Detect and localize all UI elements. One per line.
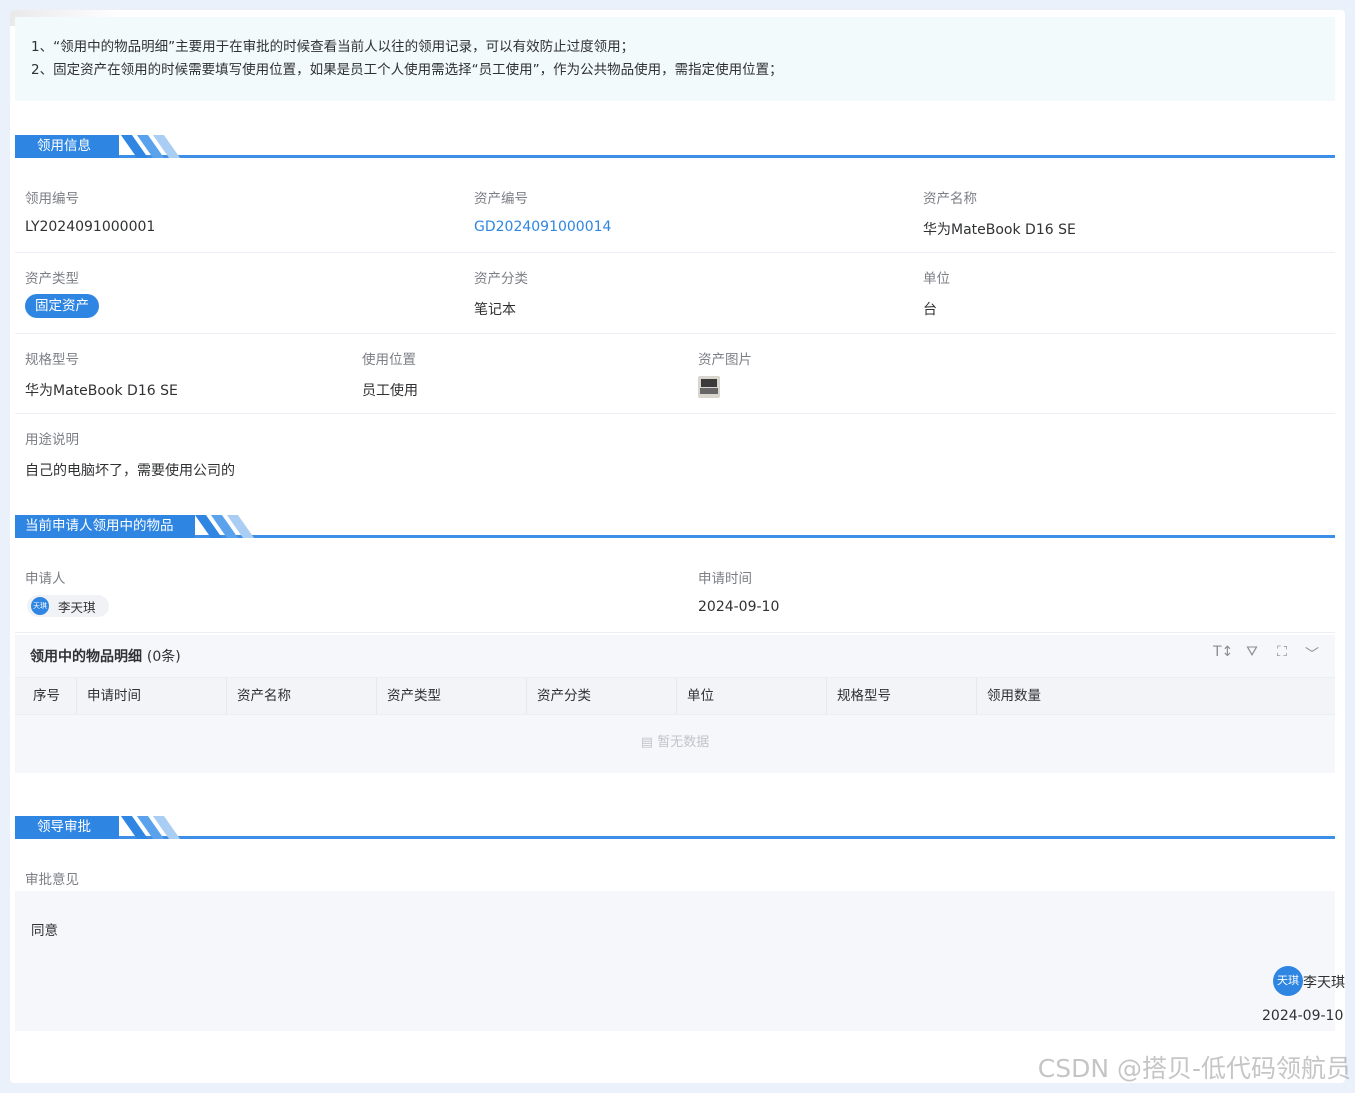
divider xyxy=(15,632,1335,633)
requisition-no-label: 领用编号 xyxy=(25,191,79,207)
avatar: 天琪 xyxy=(31,597,49,615)
empty-text: 暂无数据 xyxy=(657,735,710,750)
section-title-info: 领用信息 xyxy=(15,135,119,158)
section-header-current-items: 当前申请人领用中的物品 xyxy=(15,512,1335,538)
location-label: 使用位置 xyxy=(362,352,416,368)
chevron-down-icon[interactable]: ﹀ xyxy=(1303,644,1321,664)
asset-type-tag: 固定资产 xyxy=(25,294,99,318)
document-icon: ▤ xyxy=(640,735,654,750)
section-title-approval: 领导审批 xyxy=(15,816,119,839)
avatar: 天琪 xyxy=(1273,966,1303,996)
section-title-current-items: 当前申请人领用中的物品 xyxy=(15,515,195,538)
font-size-icon[interactable]: T↕ xyxy=(1213,644,1233,664)
column-header[interactable]: 资产分类 xyxy=(527,678,677,714)
applicant-label: 申请人 xyxy=(25,571,66,587)
unit-label: 单位 xyxy=(923,271,950,287)
column-header[interactable]: 单位 xyxy=(677,678,827,714)
notice-line-1: 1、“领用中的物品明细”主要用于在审批的时候查看当前人以往的领用记录，可以有效防… xyxy=(31,39,635,55)
notice-box: 1、“领用中的物品明细”主要用于在审批的时候查看当前人以往的领用记录，可以有效防… xyxy=(15,17,1335,101)
column-header[interactable]: 资产类型 xyxy=(377,678,527,714)
section-header-info: 领用信息 xyxy=(15,132,1335,158)
asset-type-label: 资产类型 xyxy=(25,271,79,287)
divider xyxy=(15,333,1335,334)
spec-label: 规格型号 xyxy=(25,352,79,368)
table-title-text: 领用中的物品明细 xyxy=(30,649,142,665)
approval-opinion-text: 同意 xyxy=(31,923,58,939)
location-value: 员工使用 xyxy=(362,383,418,399)
fullscreen-icon[interactable]: ⛶ xyxy=(1273,644,1291,664)
spec-value: 华为MateBook D16 SE xyxy=(25,383,178,399)
asset-no-label: 资产编号 xyxy=(474,191,528,207)
asset-name-label: 资产名称 xyxy=(923,191,977,207)
table-count: (0条) xyxy=(146,649,181,665)
apply-time-value: 2024-09-10 xyxy=(698,599,780,615)
section-header-approval: 领导审批 xyxy=(15,813,1335,839)
apply-time-label: 申请时间 xyxy=(698,571,752,587)
column-header[interactable]: 序号 xyxy=(23,678,77,714)
asset-category-label: 资产分类 xyxy=(474,271,528,287)
purpose-label: 用途说明 xyxy=(25,432,79,448)
divider xyxy=(15,413,1335,414)
approval-opinion-box: 同意 天琪 李天琪 2024-09-10 xyxy=(15,891,1345,1031)
column-header[interactable]: 规格型号 xyxy=(827,678,977,714)
asset-image-thumbnail[interactable] xyxy=(698,376,720,398)
items-table: 领用中的物品明细 (0条) T↕ ⛛ ⛶ ﹀ 序号 申请时间 资产名称 资产类型… xyxy=(15,635,1335,773)
purpose-value: 自己的电脑坏了，需要使用公司的 xyxy=(25,463,235,479)
approver-name: 李天琪 xyxy=(1303,975,1345,991)
column-header[interactable]: 领用数量 xyxy=(977,678,1127,714)
asset-no-link[interactable]: GD2024091000014 xyxy=(474,219,611,235)
table-toolbar: T↕ ⛛ ⛶ ﹀ xyxy=(1213,644,1321,664)
asset-image-label: 资产图片 xyxy=(698,352,752,368)
divider xyxy=(15,252,1335,253)
approval-date: 2024-09-10 xyxy=(1262,1008,1344,1024)
column-header[interactable]: 申请时间 xyxy=(77,678,227,714)
table-header: 序号 申请时间 资产名称 资产类型 资产分类 单位 规格型号 领用数量 xyxy=(15,677,1335,715)
unit-value: 台 xyxy=(923,302,937,318)
watermark: CSDN @搭贝-低代码领航员 xyxy=(1037,1054,1351,1083)
asset-name-value: 华为MateBook D16 SE xyxy=(923,222,1076,238)
empty-state: ▤ 暂无数据 xyxy=(15,731,1335,750)
filter-icon[interactable]: ⛛ xyxy=(1243,644,1261,664)
approval-opinion-label: 审批意见 xyxy=(25,872,79,888)
asset-category-value: 笔记本 xyxy=(474,302,516,318)
table-title: 领用中的物品明细 (0条) xyxy=(30,646,181,666)
column-header[interactable]: 资产名称 xyxy=(227,678,377,714)
notice-line-2: 2、固定资产在领用的时候需要填写使用位置，如果是员工个人使用需选择“员工使用”，… xyxy=(31,62,783,78)
requisition-no-value: LY2024091000001 xyxy=(25,219,156,235)
applicant-name: 李天琪 xyxy=(58,599,96,615)
applicant-chip[interactable]: 天琪 李天琪 xyxy=(27,595,109,617)
